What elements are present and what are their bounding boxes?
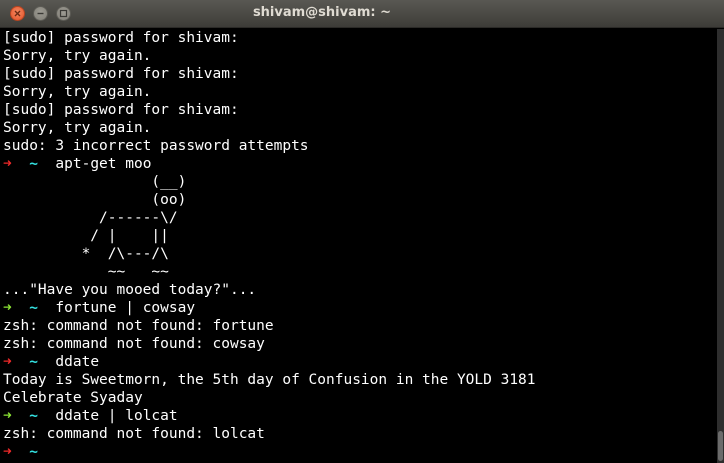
prompt-arrow: ➜ <box>3 408 12 424</box>
prompt-directory: ~ <box>29 300 38 316</box>
output-line: (__) <box>3 174 187 190</box>
command-text: ddate <box>55 354 100 370</box>
prompt-directory: ~ <box>29 408 38 424</box>
output-line: sudo: 3 incorrect password attempts <box>3 138 309 154</box>
command-text: apt-get moo <box>55 156 152 172</box>
output-line: Sorry, try again. <box>3 84 152 100</box>
prompt-directory: ~ <box>29 354 38 370</box>
terminal-output[interactable]: [sudo] password for shivam: Sorry, try ag… <box>0 29 717 463</box>
output-line: [sudo] password for shivam: <box>3 30 239 46</box>
title-bar[interactable]: shivam@shivam: ~ <box>0 0 724 28</box>
scrollbar[interactable] <box>717 29 724 463</box>
prompt-line: ➜ ~ ddate <box>3 353 717 371</box>
prompt-line: ➜ ~ fortune | cowsay <box>3 299 717 317</box>
output-line: zsh: command not found: lolcat <box>3 426 265 442</box>
command-text: ddate | lolcat <box>55 408 178 424</box>
window-title: shivam@shivam: ~ <box>252 5 392 20</box>
prompt-arrow: ➜ <box>3 156 12 172</box>
output-line: Celebrate Syaday <box>3 390 143 406</box>
prompt-arrow: ➜ <box>3 354 12 370</box>
output-line: Sorry, try again. <box>3 120 152 136</box>
prompt-line: ➜ ~ ddate | lolcat <box>3 407 717 425</box>
output-line: zsh: command not found: fortune <box>3 318 274 334</box>
output-line: / | || <box>3 228 169 244</box>
output-line: Sorry, try again. <box>3 48 152 64</box>
output-line: (oo) <box>3 192 187 208</box>
prompt-directory: ~ <box>29 444 38 460</box>
output-line: ~~ ~~ <box>3 264 169 280</box>
output-line: ..."Have you mooed today?"... <box>3 282 257 298</box>
output-line: * /\---/\ <box>3 246 169 262</box>
output-line: [sudo] password for shivam: <box>3 66 239 82</box>
output-line: zsh: command not found: cowsay <box>3 336 265 352</box>
prompt-directory: ~ <box>29 156 38 172</box>
prompt-line: ➜ ~ <box>3 443 717 461</box>
prompt-arrow: ➜ <box>3 300 12 316</box>
output-line: Today is Sweetmorn, the 5th day of Confu… <box>3 372 536 388</box>
command-text: fortune | cowsay <box>55 300 196 316</box>
output-line: /------\/ <box>3 210 178 226</box>
output-line: [sudo] password for shivam: <box>3 102 239 118</box>
scrollbar-thumb[interactable] <box>718 431 723 461</box>
terminal-window: shivam@shivam: ~ [sudo] password for shi… <box>0 0 724 463</box>
prompt-line: ➜ ~ apt-get moo <box>3 155 717 173</box>
prompt-arrow: ➜ <box>3 444 12 460</box>
